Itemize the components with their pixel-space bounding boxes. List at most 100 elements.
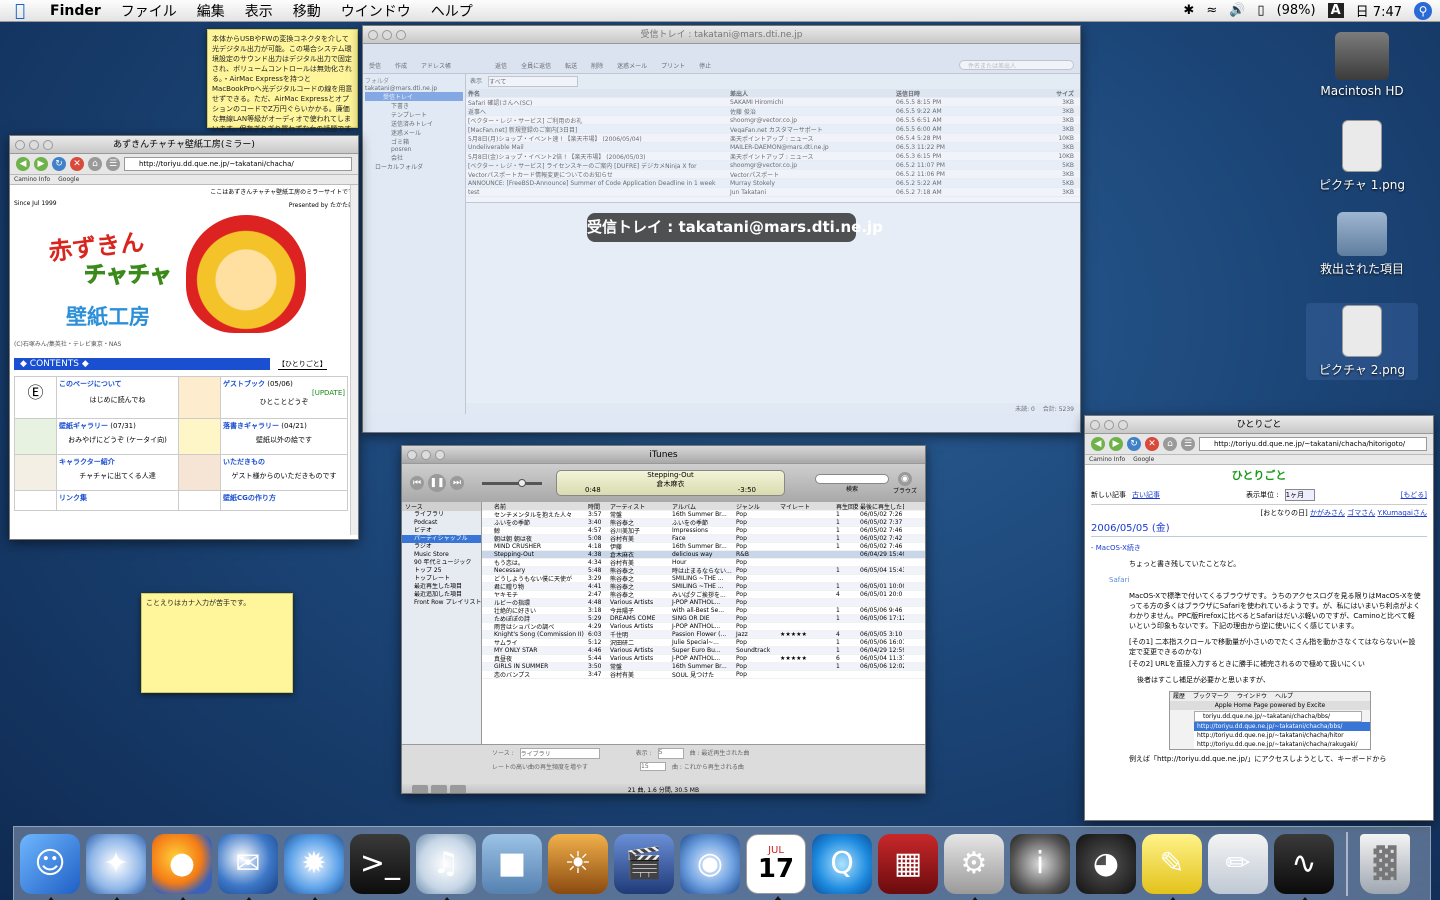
app-menu[interactable]: Finder <box>40 3 111 19</box>
track-row[interactable]: 鯨 4:57 谷川美加子 Impressions Pop 1 06/05/02 7:46 <box>482 527 925 535</box>
photo-booth-icon[interactable]: ▦ <box>878 833 938 894</box>
display-unit-select[interactable]: 1ヶ月 <box>1284 489 1315 501</box>
stop-button[interactable]: 停止 <box>699 61 711 70</box>
zoom-button[interactable] <box>396 30 406 40</box>
track-row[interactable]: GIRLS IN SUMMER 3:50 常盤 16th Summer Br... Po… <box>482 663 925 671</box>
reply-all-button[interactable]: 全員に返信 <box>521 61 551 70</box>
col-time[interactable]: 時間 <box>586 502 608 511</box>
iphoto-icon[interactable]: ☀ <box>548 833 608 894</box>
track-row[interactable]: ためぽぽの詩 5:29 DREAMS COME SING OR DIE Pop 1 06/0… <box>482 615 925 623</box>
close-button[interactable] <box>15 140 25 150</box>
bookmark-camino-info[interactable]: Camino Info <box>14 176 50 183</box>
menu-window[interactable]: ウインドウ <box>331 1 421 21</box>
terminal-icon[interactable]: >_ <box>350 833 410 894</box>
source-item[interactable]: ライブラリ <box>402 511 481 519</box>
item-gifts[interactable]: いただきもの ゲスト様からのいただきものです <box>220 454 348 491</box>
track-row[interactable]: どうしようもない僕に天使が 3:29 熊谷泰之 SMILING ~THE ... Pop <box>482 575 925 583</box>
mail-row[interactable]: 返事へ 佐藤 俊治 06.5.5 9:22 AM 3KB <box>466 107 1080 116</box>
mail-row[interactable]: Safari 確認(さんへ(SC) SAKAMI Hiromichi 06.5.5 … <box>466 98 1080 107</box>
track-row[interactable]: ヤキモチ 2:47 熊谷泰之 みいぱ夕ご挨拶を... Pop 4 06/05/01 20:0 <box>482 591 925 599</box>
quicktime-icon[interactable]: Q <box>812 833 872 894</box>
stop-button[interactable]: ✕ <box>1145 437 1159 451</box>
friend-link[interactable]: Y.Kumagaiさん <box>1377 509 1427 517</box>
sticky-note-bottom[interactable]: ことえりはカナ入力が苦手です。 <box>141 593 293 693</box>
add-playlist-button[interactable] <box>412 785 428 793</box>
stop-button[interactable]: ✕ <box>70 157 84 171</box>
hitorigoto-link[interactable]: 【ひとりごと】 <box>278 359 327 370</box>
url-field[interactable]: http://toriyu.dd.que.ne.jp/~takatani/cha… <box>1199 437 1427 451</box>
close-button[interactable] <box>368 30 378 40</box>
mail-row[interactable]: Vectorパスポートカード情報変更についてのお知らせ Vectorパスポート 06… <box>466 170 1080 179</box>
reload-button[interactable]: ↻ <box>1127 437 1141 451</box>
address-book-button[interactable]: アドレス帳 <box>421 61 451 70</box>
reload-button[interactable]: ↻ <box>52 157 66 171</box>
upnext-count-select[interactable]: 15 <box>640 762 667 771</box>
delete-button[interactable]: 削除 <box>591 61 603 70</box>
menu-go[interactable]: 移動 <box>283 1 331 21</box>
firefox-icon[interactable]: ● <box>152 833 212 900</box>
minimize-button[interactable] <box>1104 420 1114 430</box>
desktop-icon-recovered[interactable]: 救出された項目 <box>1312 212 1412 277</box>
trash-icon[interactable]: ▓ <box>1360 833 1410 894</box>
scrollbar[interactable] <box>350 185 358 535</box>
home-icon[interactable]: ⌂ <box>88 157 102 171</box>
track-row[interactable]: 壮絶的に好きい 3:18 今井陽子 with all-Best Se... Pop 1 06… <box>482 607 925 615</box>
item-title[interactable]: このページについて <box>59 380 122 388</box>
col-subject[interactable]: 件名 <box>466 89 728 98</box>
finder-icon[interactable]: ☺ <box>20 833 80 900</box>
back-button[interactable]: ◀ <box>1091 437 1105 451</box>
minimize-button[interactable] <box>421 450 431 460</box>
folder-local[interactable]: ローカルフォルダ <box>365 162 463 171</box>
item-gallery[interactable]: 壁紙ギャラリー (07/31) おみやげにどうぞ (ケータイ向) <box>56 418 179 455</box>
back-link[interactable]: [もどる] <box>1401 490 1427 500</box>
next-track-button[interactable]: ⏭ <box>450 476 464 490</box>
bluetooth-icon[interactable]: ✱ <box>1183 3 1194 18</box>
thunderbird-icon[interactable]: ✉ <box>218 833 278 900</box>
desktop-icon-png1[interactable]: ピクチャ 1.png <box>1312 120 1412 193</box>
track-row[interactable]: 雨音はショパンの調べ 4:29 Various Artists J-POP ANTHO… <box>482 623 925 631</box>
itunes-icon[interactable]: ♫ <box>416 833 476 900</box>
desktop-icon-hd[interactable]: Macintosh HD <box>1312 32 1412 98</box>
dashboard-icon[interactable]: ◕ <box>1076 833 1136 894</box>
textedit-icon[interactable]: ✏ <box>1208 833 1268 894</box>
track-row[interactable]: サムライ 5:12 沢田研二 Julie Special~... Pop 1 06/05/0… <box>482 639 925 647</box>
track-row[interactable]: MY ONLY STAR 4:46 Various Artists Super Eur… <box>482 647 925 655</box>
source-item[interactable]: Front Row プレイリスト <box>402 599 481 607</box>
pause-button[interactable]: ❚❚ <box>428 474 446 492</box>
forward-button[interactable]: ▶ <box>1109 437 1123 451</box>
get-mail-button[interactable]: 受信 <box>369 61 381 70</box>
folder-junk[interactable]: 迷惑メール <box>365 128 463 137</box>
col-from[interactable]: 差出人 <box>728 89 894 98</box>
spotlight-icon[interactable]: ⚲ <box>1414 1 1432 20</box>
input-menu[interactable]: A <box>1327 3 1344 18</box>
item-title[interactable]: リンク集 <box>59 494 87 502</box>
source-item[interactable]: トップレート <box>402 575 481 583</box>
track-row[interactable]: ふいをの季節 3:40 熊谷泰之 ふいをの季節 Pop 1 06/05/02 7:37 <box>482 519 925 527</box>
stickies-icon[interactable]: ✎ <box>1142 833 1202 900</box>
reply-button[interactable]: 返信 <box>495 61 507 70</box>
col-artist[interactable]: アーティスト <box>608 502 670 511</box>
col-album[interactable]: アルバム <box>670 502 734 511</box>
mail-row[interactable]: [ベクター・レジ・サービス] ライセンスキーのご案内 [DUFRE] デジカメN… <box>466 161 1080 170</box>
col-name[interactable]: 名前 <box>482 502 586 511</box>
item-rakugaki[interactable]: 落書きギャラリー (04/21) 壁紙以外の絵です <box>220 418 348 455</box>
track-row[interactable]: ルビーの指環 4:48 Various Artists J-POP ANTHOL...… <box>482 599 925 607</box>
track-row[interactable]: 朝は朝 朝は夜 5:08 谷村有美 Face Pop 1 06/05/02 7:42 <box>482 535 925 543</box>
col-rating[interactable]: マイレート <box>778 502 834 511</box>
volume-icon[interactable]: 🔊 <box>1229 3 1245 18</box>
menu-help[interactable]: ヘルプ <box>421 1 483 21</box>
col-plays[interactable]: 再生回数 <box>834 502 858 511</box>
friend-link[interactable]: ゴマさん <box>1347 509 1375 517</box>
mail-row[interactable]: test Jun Takatani 06.5.2 7:18 AM 3KB <box>466 188 1080 197</box>
item-title[interactable]: 壁紙ギャラリー <box>59 422 108 430</box>
close-button[interactable] <box>1090 420 1100 430</box>
desktop-icon-png2[interactable]: ピクチャ 2.png <box>1306 303 1418 380</box>
item-links[interactable]: リンク集 <box>56 490 179 511</box>
item-guestbook[interactable]: ゲストブック (05/06) [UPDATE] ひとことどうぞ <box>220 376 348 419</box>
repeat-button[interactable] <box>450 785 466 793</box>
source-item[interactable]: 最近追加した項目 <box>402 591 481 599</box>
folder-trash[interactable]: ゴミ箱 <box>365 137 463 146</box>
source-item[interactable]: 最近再生した項目 <box>402 583 481 591</box>
mail-row[interactable]: [ベクター・レジ・サービス] ご利用のお礼 shoomgr@vector.co.j… <box>466 116 1080 125</box>
dvd-player-icon[interactable]: ◉ <box>680 833 740 894</box>
